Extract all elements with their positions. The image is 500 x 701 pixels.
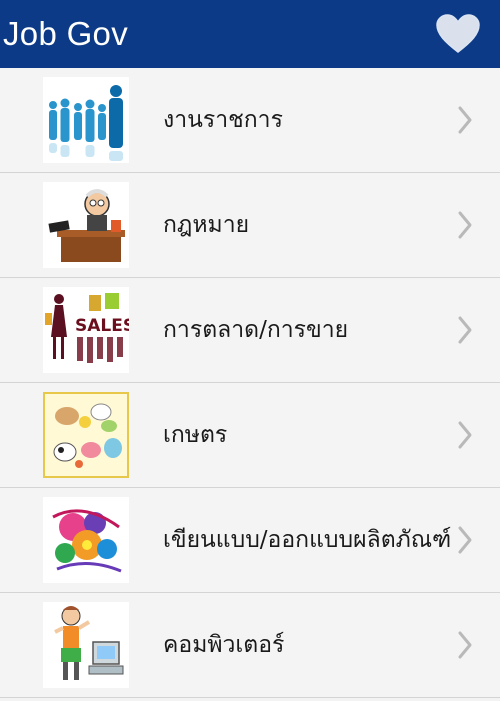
thumbnail xyxy=(43,77,129,163)
category-item-computer[interactable]: คอมพิวเตอร์ xyxy=(0,593,500,698)
category-label: คอมพิวเตอร์ xyxy=(163,632,285,658)
category-item-agriculture[interactable]: เกษตร xyxy=(0,383,500,488)
svg-text:SALES: SALES xyxy=(75,316,129,336)
favorites-button[interactable] xyxy=(434,12,482,56)
category-label: งานราชการ xyxy=(163,107,283,133)
category-item-marketing[interactable]: SALES การตลาด/การขาย xyxy=(0,278,500,383)
thumbnail xyxy=(43,497,129,583)
thumbnail xyxy=(43,182,129,268)
chevron-right-icon xyxy=(458,316,472,344)
app-bar: Job Gov xyxy=(0,0,500,68)
thumbnail xyxy=(43,602,129,688)
lawyer-desk-icon xyxy=(43,182,129,268)
category-label: การตลาด/การขาย xyxy=(163,317,349,343)
heart-icon xyxy=(436,14,480,53)
farm-animals-icon xyxy=(43,392,129,478)
thumbnail xyxy=(43,392,129,478)
people-silhouettes-icon xyxy=(43,77,129,163)
chevron-right-icon xyxy=(458,421,472,449)
category-label: เขียนแบบ/ออกแบบผลิตภัณฑ์ xyxy=(163,527,452,553)
category-label: เกษตร xyxy=(163,422,228,448)
chevron-right-icon xyxy=(458,211,472,239)
category-item-design[interactable]: เขียนแบบ/ออกแบบผลิตภัณฑ์ xyxy=(0,488,500,593)
chevron-right-icon xyxy=(458,631,472,659)
computer-user-icon xyxy=(43,602,129,688)
chevron-right-icon xyxy=(458,106,472,134)
category-item-government[interactable]: งานราชการ xyxy=(0,68,500,173)
category-label: กฎหมาย xyxy=(163,212,250,238)
category-list: งานราชการ กฎหมาย SALES การตลาด/การขาย เก… xyxy=(0,68,500,698)
chevron-right-icon xyxy=(458,526,472,554)
thumbnail: SALES xyxy=(43,287,129,373)
design-art-icon xyxy=(43,497,129,583)
sales-shopping-icon: SALES xyxy=(43,287,129,373)
app-title: Job Gov xyxy=(3,15,128,52)
category-item-law[interactable]: กฎหมาย xyxy=(0,173,500,278)
